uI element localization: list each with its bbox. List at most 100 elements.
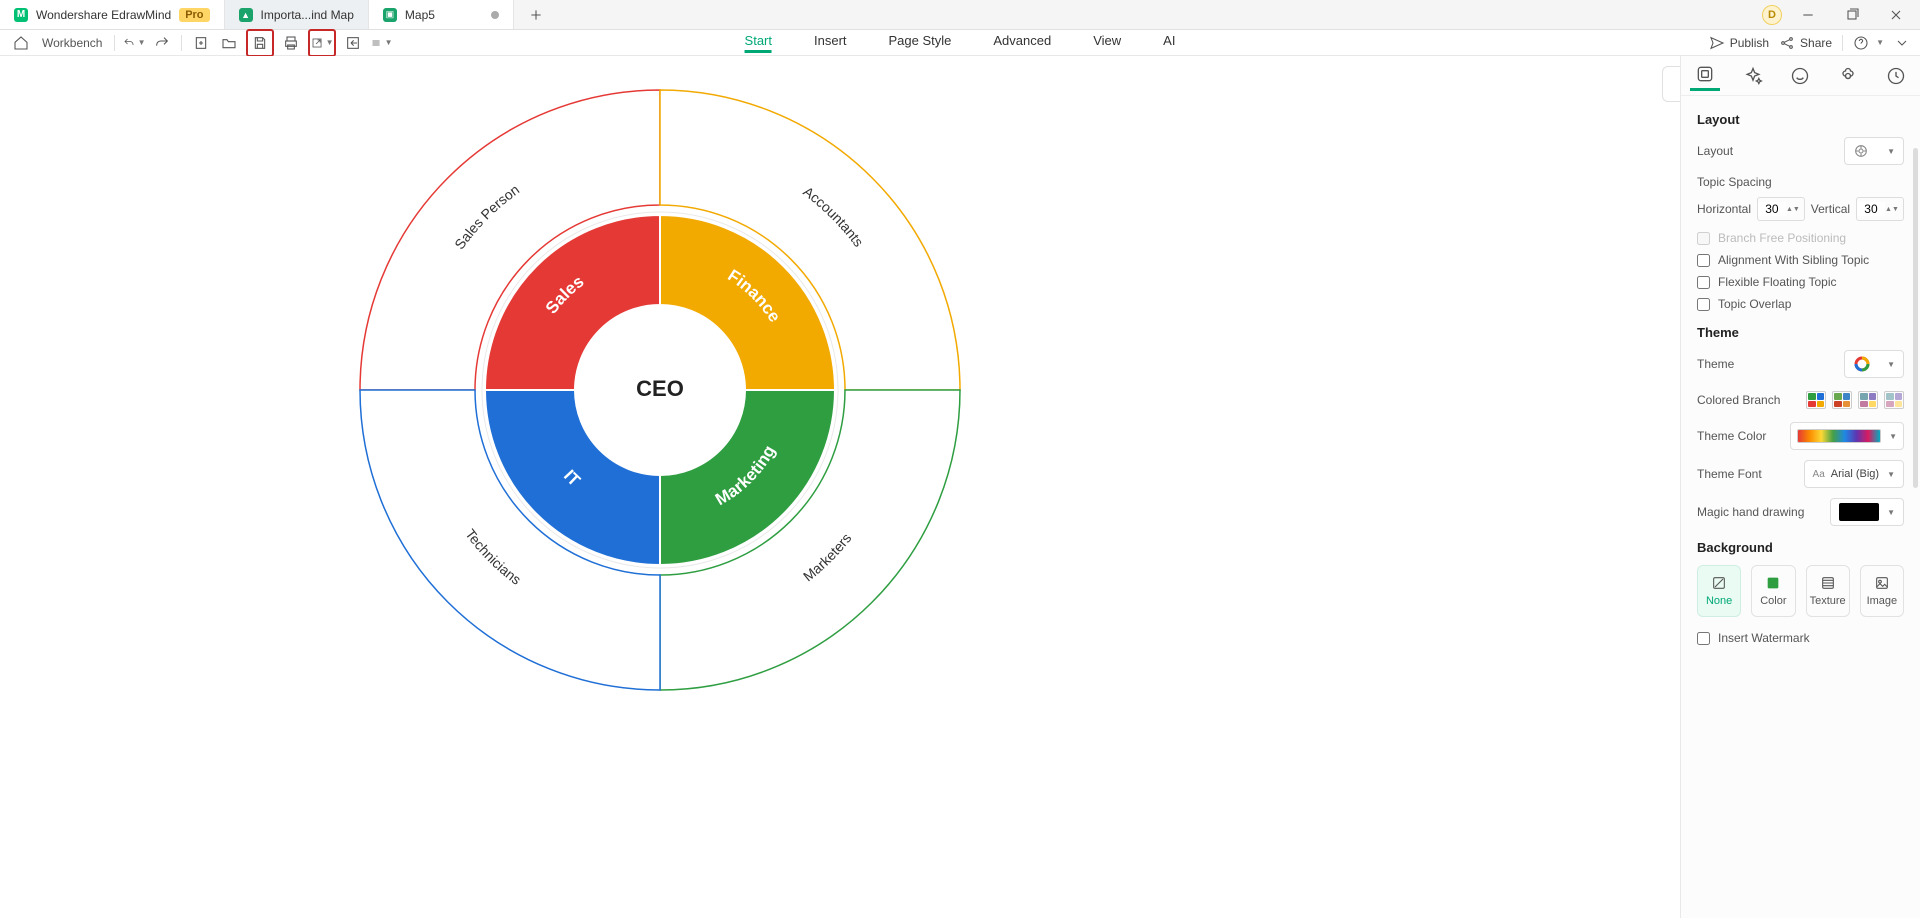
smile-icon — [1790, 66, 1810, 86]
swatch-3[interactable] — [1858, 391, 1878, 409]
open-button[interactable] — [218, 32, 240, 54]
chevron-down-icon: ▼ — [1887, 147, 1895, 156]
panel-tab-layout[interactable] — [1690, 61, 1720, 91]
panel-tab-icon[interactable] — [1785, 61, 1815, 91]
vertical-spacing-input[interactable]: ▲▼ — [1856, 197, 1904, 221]
radial-layout-icon — [1853, 143, 1869, 159]
publish-label: Publish — [1730, 36, 1769, 50]
close-button[interactable] — [1878, 1, 1914, 29]
new-tab-button[interactable] — [514, 0, 558, 29]
main-toolbar: Workbench ▼ ▼ ▼ Start Insert Page Style … — [0, 30, 1920, 56]
tab-label: Importa...ind Map — [261, 8, 354, 22]
section-layout-title: Layout — [1697, 112, 1904, 127]
print-button[interactable] — [280, 32, 302, 54]
bg-color[interactable]: Color — [1751, 565, 1795, 617]
menu-advanced[interactable]: Advanced — [993, 33, 1051, 53]
panel-tab-ai[interactable] — [1738, 61, 1768, 91]
maximize-button[interactable] — [1834, 1, 1870, 29]
theme-font-label: Theme Font — [1697, 467, 1762, 481]
chk-watermark[interactable]: Insert Watermark — [1697, 631, 1904, 645]
horizontal-spacing-input[interactable]: ▲▼ — [1757, 197, 1805, 221]
redo-button[interactable] — [151, 32, 173, 54]
horizontal-spacing-value[interactable] — [1758, 202, 1786, 216]
theme-color-select[interactable]: ▼ — [1790, 422, 1904, 450]
org-sunburst-chart[interactable]: SalesFinanceMarketingITSales PersonAccou… — [350, 80, 970, 700]
swatch-2[interactable] — [1832, 391, 1852, 409]
menu-ai[interactable]: AI — [1163, 33, 1175, 53]
minimize-button[interactable] — [1790, 1, 1826, 29]
chevron-down-icon: ▼ — [1889, 432, 1897, 441]
panel-tab-history[interactable] — [1881, 61, 1911, 91]
chk-flex-float[interactable]: Flexible Floating Topic — [1697, 275, 1904, 289]
section-theme-title: Theme — [1697, 325, 1904, 340]
publish-button[interactable]: Publish — [1709, 35, 1769, 51]
panel-collapse-handle[interactable] — [1662, 66, 1680, 102]
theme-label: Theme — [1697, 357, 1734, 371]
help-icon — [1853, 35, 1869, 51]
more-toolbar-button[interactable]: ▼ — [370, 32, 392, 54]
undo-button[interactable]: ▼ — [123, 32, 145, 54]
canvas[interactable]: SalesFinanceMarketingITSales PersonAccou… — [0, 56, 1680, 918]
chk-align-sibling[interactable]: Alignment With Sibling Topic — [1697, 253, 1904, 267]
share-icon — [1779, 35, 1795, 51]
bg-none[interactable]: None — [1697, 565, 1741, 617]
panel-tab-clipart[interactable] — [1833, 61, 1863, 91]
new-file-icon — [193, 35, 209, 51]
theme-color-label: Theme Color — [1697, 429, 1766, 443]
window-controls: D — [1762, 0, 1920, 29]
none-icon — [1711, 575, 1727, 591]
share-label: Share — [1800, 36, 1832, 50]
highlight-save — [246, 29, 274, 57]
swatch-1[interactable] — [1806, 391, 1826, 409]
menu-insert[interactable]: Insert — [814, 33, 847, 53]
menu-view[interactable]: View — [1093, 33, 1121, 53]
share-button[interactable]: Share — [1779, 35, 1832, 51]
stepper-arrows-icon[interactable]: ▲▼ — [1885, 206, 1899, 213]
swatch-4[interactable] — [1884, 391, 1904, 409]
theme-select[interactable]: ▼ — [1844, 350, 1904, 378]
properties-panel: Layout Layout ▼ Topic Spacing Horizontal… — [1680, 56, 1920, 918]
plus-icon — [528, 7, 544, 23]
app-tab[interactable]: M Wondershare EdrawMind Pro — [0, 0, 225, 29]
layout-select[interactable]: ▼ — [1844, 137, 1904, 165]
color-fill-icon — [1765, 575, 1781, 591]
save-button[interactable] — [249, 32, 271, 54]
vertical-label: Vertical — [1811, 202, 1850, 216]
workbench-label: Workbench — [42, 36, 102, 50]
new-button[interactable] — [190, 32, 212, 54]
menu-page-style[interactable]: Page Style — [889, 33, 952, 53]
layout-icon — [1695, 64, 1715, 84]
chevron-down-icon — [1894, 35, 1910, 51]
colored-branch-swatches[interactable] — [1806, 391, 1904, 409]
panel-scrollbar[interactable] — [1913, 148, 1918, 488]
chevron-down-icon: ▼ — [1887, 360, 1895, 369]
chk-overlap[interactable]: Topic Overlap — [1697, 297, 1904, 311]
horizontal-label: Horizontal — [1697, 202, 1751, 216]
pro-badge: Pro — [179, 8, 209, 22]
color-strip-icon — [1797, 429, 1881, 443]
chk-branch-free: Branch Free Positioning — [1697, 231, 1904, 245]
magic-hand-select[interactable]: ▼ — [1830, 498, 1904, 526]
user-avatar[interactable]: D — [1762, 5, 1782, 25]
app-name: Wondershare EdrawMind — [36, 8, 171, 22]
home-button[interactable] — [10, 32, 32, 54]
chevron-down-icon: ▼ — [1887, 470, 1895, 479]
bg-texture[interactable]: Texture — [1806, 565, 1850, 617]
bg-image[interactable]: Image — [1860, 565, 1904, 617]
vertical-spacing-value[interactable] — [1857, 202, 1885, 216]
main-menus: Start Insert Page Style Advanced View AI — [745, 33, 1176, 53]
title-bar: M Wondershare EdrawMind Pro ▲ Importa...… — [0, 0, 1920, 30]
collapse-ribbon-button[interactable] — [1894, 35, 1910, 51]
theme-font-select[interactable]: Aa Arial (Big) ▼ — [1804, 460, 1904, 488]
export-button[interactable]: ▼ — [311, 32, 333, 54]
share-file-icon — [345, 35, 361, 51]
workbench-button[interactable]: Workbench — [38, 32, 106, 54]
layout-label: Layout — [1697, 144, 1733, 158]
topic-spacing-label: Topic Spacing — [1697, 175, 1904, 189]
tab-file-2[interactable]: ▣ Map5 — [369, 0, 514, 29]
help-button[interactable]: ▼ — [1853, 35, 1884, 51]
tab-file-1[interactable]: ▲ Importa...ind Map — [225, 0, 369, 29]
menu-start[interactable]: Start — [745, 33, 772, 53]
share-file-button[interactable] — [342, 32, 364, 54]
stepper-arrows-icon[interactable]: ▲▼ — [1786, 206, 1800, 213]
